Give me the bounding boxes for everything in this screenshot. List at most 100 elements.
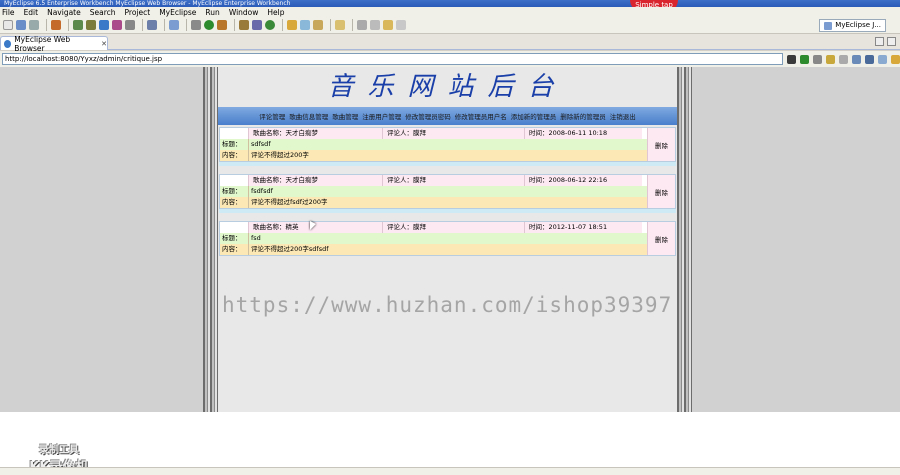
commenter-field: 评论人：膜拜 (382, 222, 524, 233)
toolbar-divider (164, 19, 165, 31)
comment-record: 歌曲名称：天才白痴梦 评论人：膜拜 时间：2008-06-12 22:16 标题… (219, 174, 676, 209)
menu-project[interactable]: Project (125, 8, 151, 17)
menu-edit[interactable]: Edit (24, 8, 39, 17)
open-folder-icon[interactable] (287, 20, 297, 30)
toolbar-divider (142, 19, 143, 31)
deploy-icon[interactable] (73, 20, 83, 30)
main-toolbar (0, 17, 900, 34)
search-icon[interactable] (300, 20, 310, 30)
edit-icon[interactable] (313, 20, 323, 30)
nav-delete-admin[interactable]: 删除新的管理员 (560, 111, 606, 121)
minimize-icon[interactable] (875, 37, 884, 46)
refresh-icon[interactable] (852, 54, 861, 64)
time-value: 2008-06-12 22:16 (548, 176, 608, 184)
menu-run[interactable]: Run (205, 8, 219, 17)
song-value: 精英 (285, 223, 299, 231)
subject-value: fsdfsdf (248, 186, 642, 197)
perspective-switcher[interactable]: MyEclipse J... (819, 19, 886, 32)
song-label: 歌曲名称： (253, 129, 286, 137)
menu-window[interactable]: Window (229, 8, 259, 17)
record-separator (219, 209, 676, 213)
delete-link[interactable]: 删除 (647, 175, 675, 208)
song-field: 歌曲名称：天才白痴梦 (248, 128, 382, 139)
prev-annotation-icon[interactable] (370, 20, 380, 30)
java-icon[interactable] (112, 20, 122, 30)
url-input[interactable] (2, 53, 783, 65)
external-tools-icon[interactable] (217, 20, 227, 30)
song-label: 歌曲名称： (253, 223, 286, 231)
bookmark-icon[interactable] (891, 54, 900, 64)
menu-help[interactable]: Help (267, 8, 284, 17)
nav-songs[interactable]: 歌曲管理 (332, 111, 358, 121)
nav-users[interactable]: 注册用户管理 (362, 111, 401, 121)
perspective-icon (824, 21, 833, 30)
commenter-field: 评论人：膜拜 (382, 128, 524, 139)
content-value: 评论不得超过200字 (248, 150, 642, 161)
admin-nav: 评论管理 歌曲信息管理 歌曲管理 注册用户管理 修改管理员密码 修改管理员用户名… (218, 107, 677, 125)
right-border-strip (677, 67, 692, 412)
time-label: 时间： (529, 176, 549, 184)
rec-spacer (220, 222, 248, 233)
rec-spacer (220, 128, 248, 139)
forward-icon[interactable] (396, 20, 406, 30)
wizard-icon[interactable] (125, 20, 135, 30)
build-icon[interactable] (86, 20, 96, 30)
menu-search[interactable]: Search (90, 8, 116, 17)
nav-forward-icon[interactable] (839, 54, 848, 64)
home-icon[interactable] (865, 54, 874, 64)
comment-record: 歌曲名称：精英 评论人：膜拜 时间：2012-11-07 18:51 标题： f… (219, 221, 676, 256)
delete-link[interactable]: 删除 (647, 128, 675, 161)
song-field: 歌曲名称：天才白痴梦 (248, 175, 382, 186)
commenter-value: 膜拜 (413, 176, 426, 184)
address-bar (0, 51, 900, 67)
annotation-icon[interactable] (335, 20, 345, 30)
run-icon[interactable] (204, 20, 214, 30)
toolbar-divider (330, 19, 331, 31)
time-field: 时间：2012-11-07 18:51 (524, 222, 642, 233)
subject-label: 标题： (222, 187, 242, 195)
stop-icon[interactable] (813, 54, 822, 64)
window-controls (875, 37, 896, 46)
save-icon[interactable] (16, 20, 26, 30)
close-icon[interactable]: ✕ (101, 40, 107, 48)
browser-icon[interactable] (169, 20, 179, 30)
open-type-icon[interactable] (147, 20, 157, 30)
nav-change-password[interactable]: 修改管理员密码 (405, 111, 451, 121)
time-value: 2008-06-11 10:18 (548, 129, 608, 137)
delete-link[interactable]: 删除 (647, 222, 675, 255)
nav-song-info[interactable]: 歌曲信息管理 (289, 111, 328, 121)
back-icon[interactable] (383, 20, 393, 30)
nav-back-icon[interactable] (826, 54, 835, 64)
time-value: 2012-11-07 18:51 (548, 223, 608, 231)
new-class-icon[interactable] (252, 20, 262, 30)
rec-spacer (220, 175, 248, 186)
maximize-icon[interactable] (887, 37, 896, 46)
new-package-icon[interactable] (239, 20, 249, 30)
content-label: 内容： (222, 245, 242, 253)
nav-add-admin[interactable]: 添加新的管理员 (511, 111, 557, 121)
commenter-label: 评论人： (387, 129, 413, 137)
nav-comments[interactable]: 评论管理 (259, 111, 285, 121)
dropdown-icon[interactable] (787, 54, 796, 64)
menu-file[interactable]: File (2, 8, 15, 17)
time-label: 时间： (529, 129, 549, 137)
debug-icon[interactable] (191, 20, 201, 30)
menu-myeclipse[interactable]: MyEclipse (159, 8, 196, 17)
tab-web-browser[interactable]: MyEclipse Web Browser ✕ (0, 34, 108, 53)
next-annotation-icon[interactable] (357, 20, 367, 30)
comment-record: 歌曲名称：天才白痴梦 评论人：膜拜 时间：2008-06-11 10:18 标题… (219, 127, 676, 162)
web-icon[interactable] (99, 20, 109, 30)
globe-icon[interactable] (265, 20, 275, 30)
server-icon[interactable] (51, 20, 61, 30)
new-file-icon[interactable] (3, 20, 13, 30)
toolbar-divider (68, 19, 69, 31)
nav-change-username[interactable]: 修改管理员用户名 (455, 111, 507, 121)
print-icon[interactable] (29, 20, 39, 30)
menu-navigate[interactable]: Navigate (47, 8, 81, 17)
toolbar-divider (186, 19, 187, 31)
nav-logout[interactable]: 注销退出 (610, 111, 636, 121)
admin-page: 音乐网站后台 评论管理 歌曲信息管理 歌曲管理 注册用户管理 修改管理员密码 修… (218, 67, 677, 412)
go-icon[interactable] (800, 54, 809, 64)
tab-label: MyEclipse Web Browser (14, 34, 71, 53)
browser-settings-icon[interactable] (878, 54, 887, 64)
